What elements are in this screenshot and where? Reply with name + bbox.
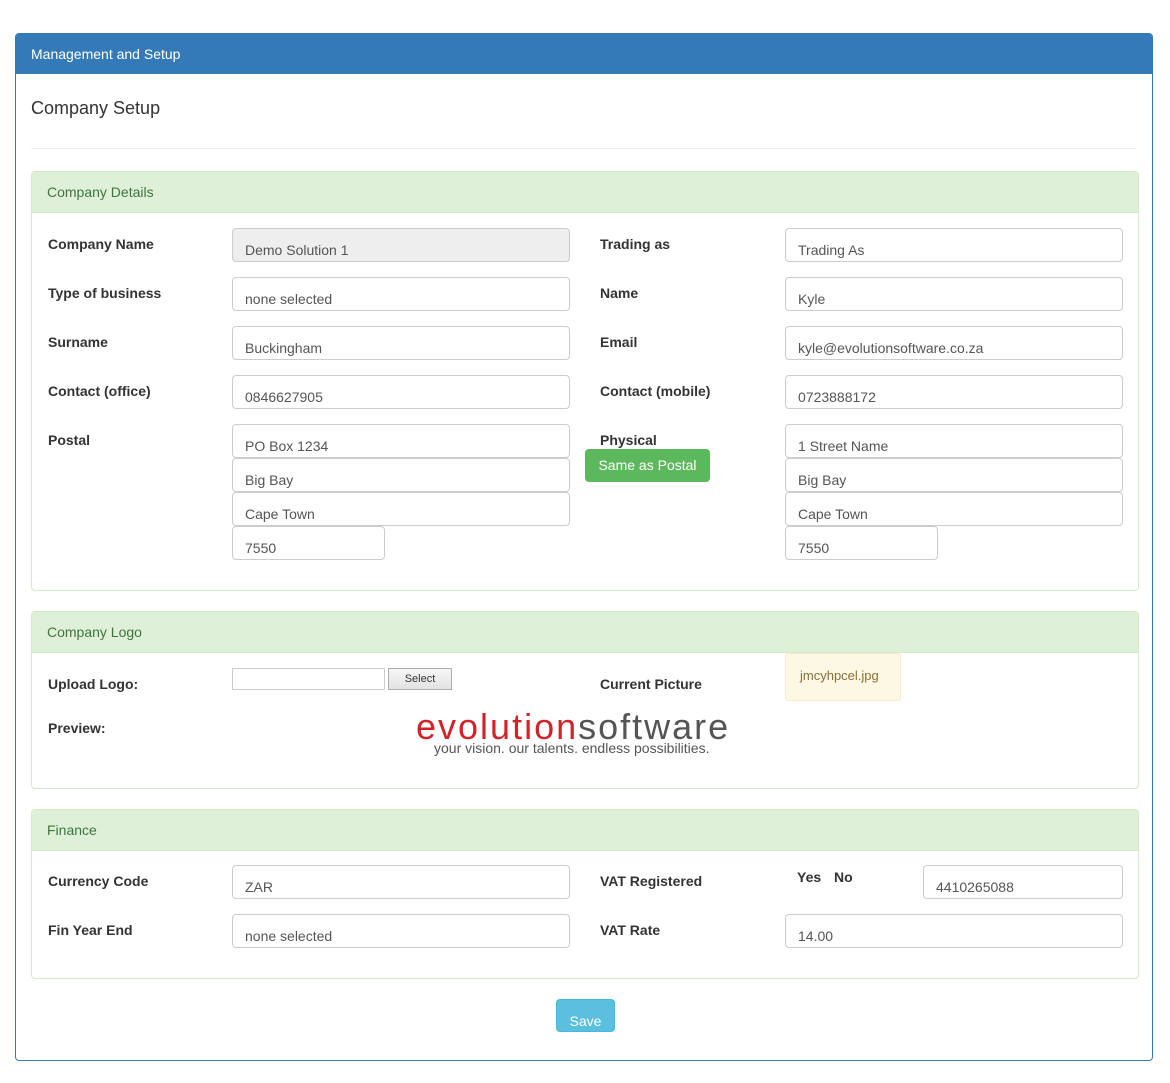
company-name-label: Company Name	[48, 236, 154, 252]
panel-header: Management and Setup	[16, 34, 1152, 74]
company-details-heading: Company Details	[32, 172, 1138, 213]
contact-mobile-input[interactable]: 0723888172	[785, 375, 1123, 409]
select-file-button[interactable]: Select	[388, 668, 452, 690]
upload-logo-file-input[interactable]	[232, 668, 385, 690]
physical-line-1-input[interactable]: 1 Street Name	[785, 424, 1123, 458]
company-logo-heading: Company Logo	[32, 612, 1138, 653]
logo-preview-tagline: your vision. our talents. endless possib…	[434, 740, 710, 756]
company-logo-section: Company Logo Upload Logo: Select Current…	[31, 611, 1139, 789]
name-label: Name	[600, 285, 639, 301]
vat-registered-yes[interactable]: Yes	[797, 869, 821, 885]
current-picture-label: Current Picture	[600, 676, 702, 692]
postal-code-input[interactable]: 7550	[232, 526, 385, 560]
fin-year-end-select[interactable]: none selected	[232, 914, 570, 948]
fin-year-end-label: Fin Year End	[48, 922, 133, 938]
contact-office-label: Contact (office)	[48, 383, 151, 399]
current-picture-filename: jmcyhpcel.jpg	[785, 653, 901, 701]
save-button[interactable]: Save	[556, 999, 615, 1032]
same-as-postal-button[interactable]: Same as Postal	[585, 449, 710, 482]
trading-as-label: Trading as	[600, 236, 671, 252]
vat-rate-label: VAT Rate	[600, 922, 661, 938]
surname-input[interactable]: Buckingham	[232, 326, 570, 360]
vat-rate-input[interactable]: 14.00	[785, 914, 1123, 948]
finance-section: Finance Currency Code ZAR VAT Registered…	[31, 809, 1139, 979]
physical-code-input[interactable]: 7550	[785, 526, 938, 560]
currency-code-input[interactable]: ZAR	[232, 865, 570, 899]
type-of-business-label: Type of business	[48, 285, 162, 301]
vat-number-input[interactable]: 4410265088	[923, 865, 1123, 899]
preview-label: Preview:	[48, 720, 106, 736]
contact-mobile-label: Contact (mobile)	[600, 383, 711, 399]
currency-code-label: Currency Code	[48, 873, 149, 889]
company-details-section: Company Details Company Name Demo Soluti…	[31, 171, 1139, 591]
email-input[interactable]: kyle@evolutionsoftware.co.za	[785, 326, 1123, 360]
company-name-input: Demo Solution 1	[232, 228, 570, 262]
contact-office-input[interactable]: 0846627905	[232, 375, 570, 409]
postal-label: Postal	[48, 432, 91, 448]
vat-registered-no[interactable]: No	[834, 869, 853, 885]
physical-line-2-input[interactable]: Big Bay	[785, 458, 1123, 492]
vat-registered-label: VAT Registered	[600, 873, 703, 889]
physical-line-3-input[interactable]: Cape Town	[785, 492, 1123, 526]
management-setup-panel: Management and Setup Company Setup Compa…	[15, 33, 1153, 1061]
page-title: Company Setup	[31, 98, 161, 118]
physical-label: Physical	[600, 432, 657, 448]
finance-heading: Finance	[32, 810, 1138, 851]
postal-line-3-input[interactable]: Cape Town	[232, 492, 570, 526]
email-label: Email	[600, 334, 638, 350]
trading-as-input[interactable]: Trading As	[785, 228, 1123, 262]
title-divider	[31, 148, 1137, 149]
postal-line-1-input[interactable]: PO Box 1234	[232, 424, 570, 458]
upload-logo-label: Upload Logo:	[48, 676, 139, 692]
type-of-business-select[interactable]: none selected	[232, 277, 570, 311]
postal-line-2-input[interactable]: Big Bay	[232, 458, 570, 492]
name-input[interactable]: Kyle	[785, 277, 1123, 311]
surname-label: Surname	[48, 334, 108, 350]
